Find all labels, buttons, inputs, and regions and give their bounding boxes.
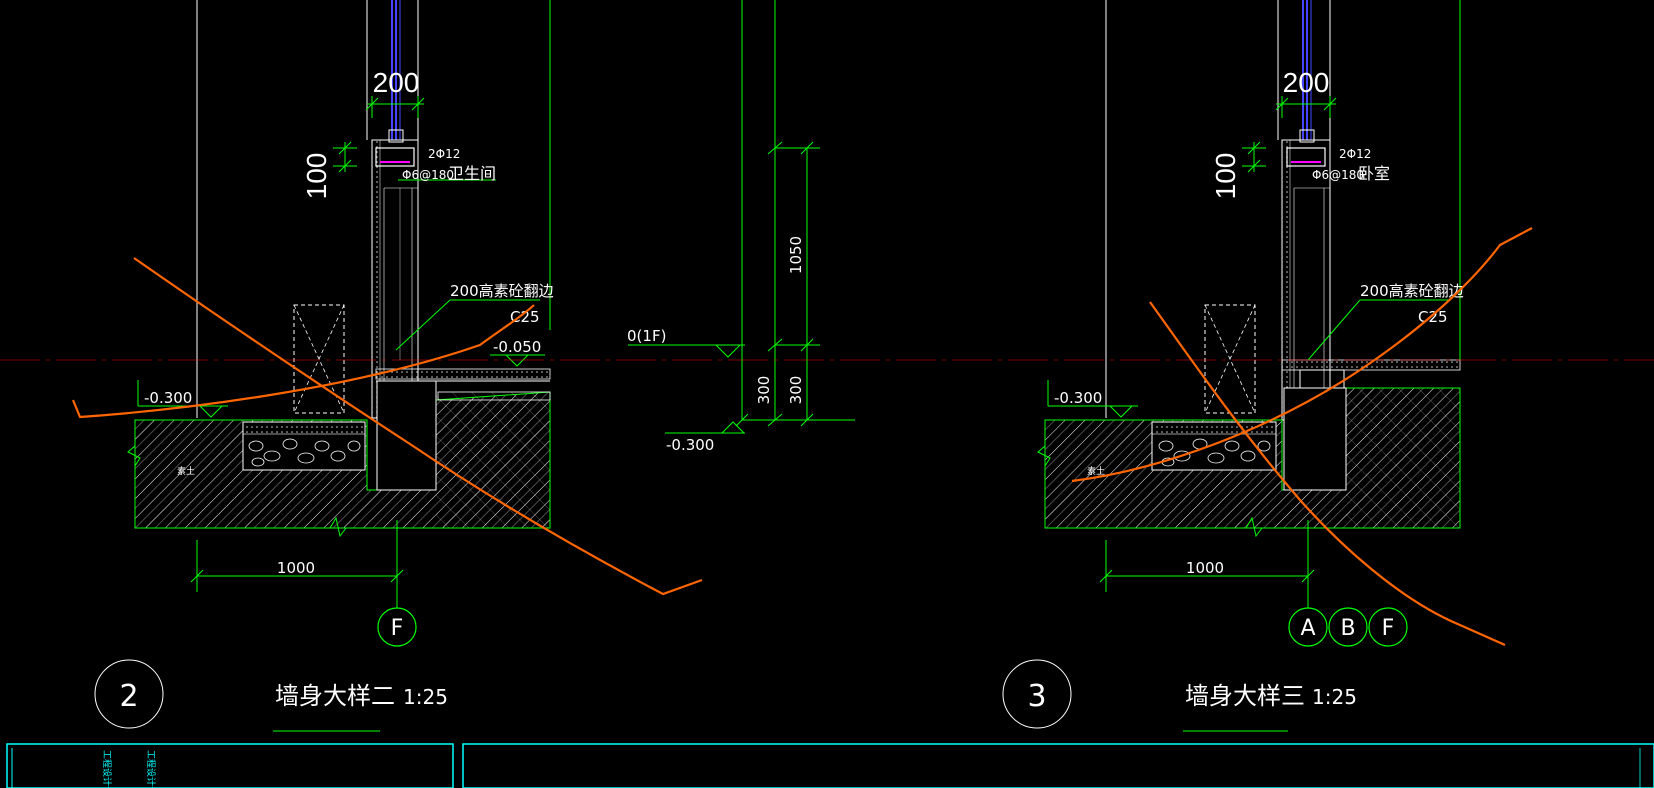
detail-scale: 1:25	[403, 685, 448, 709]
title-block-text-1: 工程设计专用	[101, 750, 113, 788]
dim-base-label: 1000	[277, 559, 315, 577]
outdoor-elevation-label: -0.300	[144, 389, 192, 407]
detail-number: 3	[1027, 679, 1046, 714]
detail-number: 2	[119, 679, 138, 714]
detail-2-wall-section	[94, 0, 551, 732]
dim-base-label: 1000	[1186, 559, 1224, 577]
room-label: 卫生间	[448, 164, 496, 183]
dim-width-label: 200	[373, 67, 420, 98]
outdoor-elevation-label: -0.300	[1054, 389, 1102, 407]
floor-elevation-label: -0.050	[493, 338, 541, 356]
dim-height-label: 100	[1210, 153, 1241, 200]
cad-drawing-canvas: 200 100 2Φ12 Φ6@180 卫生间 200高素砼翻边 C25 -0.…	[0, 0, 1654, 788]
title-block-text-2: 工程设计专用	[145, 750, 157, 788]
elevation-1f-label: 0(1F)	[627, 327, 666, 345]
axis-label-F: F	[1382, 616, 1395, 641]
dim-sill-label: 300	[755, 376, 773, 405]
dim-plinth-label: 300	[787, 376, 805, 405]
rebar-stirrup-label: Φ6@180	[1312, 168, 1364, 182]
detail-2-labels: 200 100 2Φ12 Φ6@180 卫生间 200高素砼翻边 C25 -0.…	[119, 67, 553, 714]
dim-window-label: 1050	[787, 236, 805, 274]
concrete-grade-label: C25	[510, 308, 540, 326]
detail-scale: 1:25	[1312, 685, 1357, 709]
soil-label: 素土	[177, 465, 195, 477]
axis-label-B: B	[1340, 616, 1355, 641]
axis-label-F: F	[391, 616, 404, 641]
detail-title: 墙身大样二	[275, 682, 395, 710]
dim-width-label: 200	[1283, 67, 1330, 98]
detail-title: 墙身大样三	[1185, 682, 1305, 710]
rebar-stirrup-label: Φ6@180	[402, 168, 454, 182]
title-block: 工程设计专用 工程设计专用	[6, 743, 1654, 788]
dim-height-label: 100	[301, 153, 332, 200]
curb-note-label: 200高素砼翻边	[1360, 282, 1464, 300]
room-label: 卧室	[1358, 164, 1390, 183]
elevation-outdoor-label: -0.300	[666, 436, 714, 454]
rebar-main-label: 2Φ12	[428, 147, 460, 161]
curb-note-label: 200高素砼翻边	[450, 282, 554, 300]
middle-elevation-dimensions	[628, 0, 855, 434]
rebar-main-label: 2Φ12	[1339, 147, 1371, 161]
axis-label-A: A	[1300, 616, 1315, 641]
